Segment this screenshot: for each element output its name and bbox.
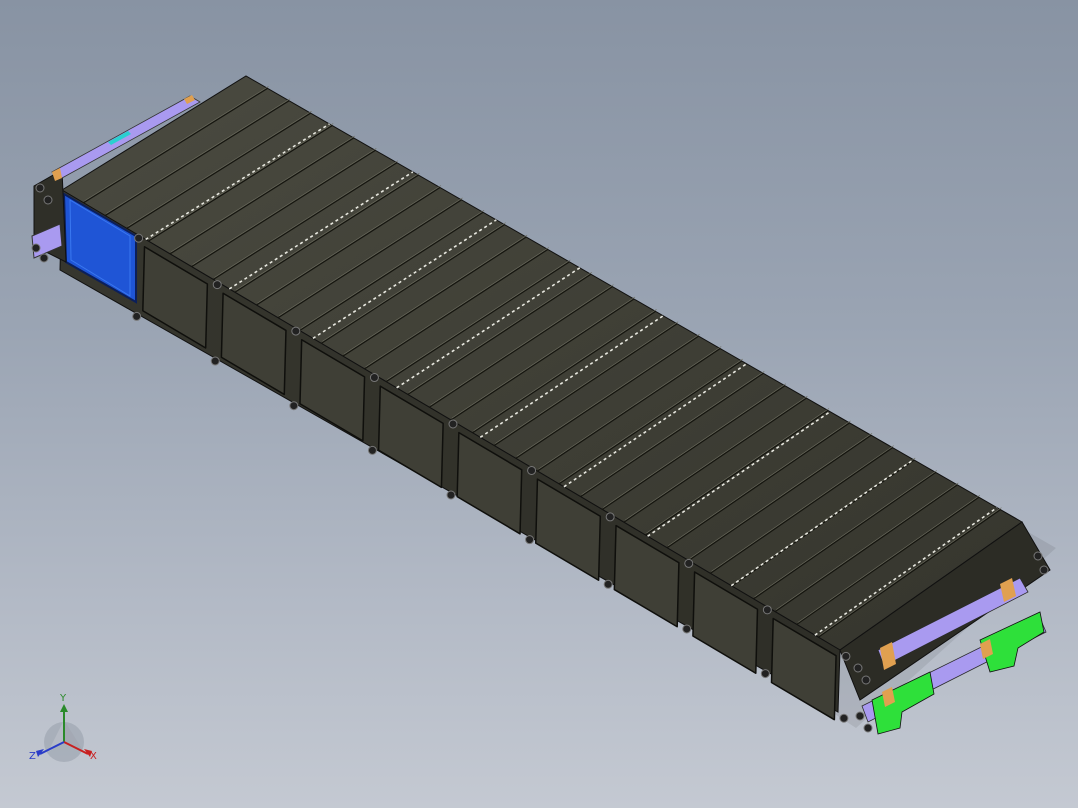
axis-y-label: Y	[60, 693, 67, 704]
bolt	[134, 233, 144, 243]
module-top-face	[61, 75, 1023, 651]
bolt	[603, 579, 613, 589]
bolt	[863, 723, 873, 733]
bolt	[839, 713, 849, 723]
bolt	[289, 401, 299, 411]
axis-x-label: X	[90, 751, 97, 762]
battery-module-model[interactable]	[0, 0, 1078, 808]
bolt	[39, 253, 49, 263]
bolt	[760, 669, 770, 679]
bolt	[132, 311, 142, 321]
bolt	[855, 711, 865, 721]
bolt	[291, 326, 301, 336]
bolt	[525, 535, 535, 545]
view-orientation-triad[interactable]: Y Z X	[22, 694, 104, 774]
bolt	[861, 675, 871, 685]
bolt	[448, 419, 458, 429]
triad-icon	[36, 704, 92, 762]
bolt	[682, 624, 692, 634]
axis-z-label: Z	[29, 751, 36, 762]
bolt	[210, 356, 220, 366]
bolt	[853, 663, 863, 673]
bolt	[367, 445, 377, 455]
bolt	[31, 243, 41, 253]
bolt	[684, 558, 694, 568]
bolt	[369, 373, 379, 383]
bolt	[43, 195, 53, 205]
bolt	[1039, 565, 1049, 575]
bolt	[35, 183, 45, 193]
bolt	[605, 512, 615, 522]
graphics-viewport[interactable]: Y Z X	[0, 0, 1078, 808]
bolt	[446, 490, 456, 500]
bolt	[212, 280, 222, 290]
bolt	[762, 605, 772, 615]
bolt	[1033, 551, 1043, 561]
bolt	[841, 651, 851, 661]
bolt	[527, 465, 537, 475]
